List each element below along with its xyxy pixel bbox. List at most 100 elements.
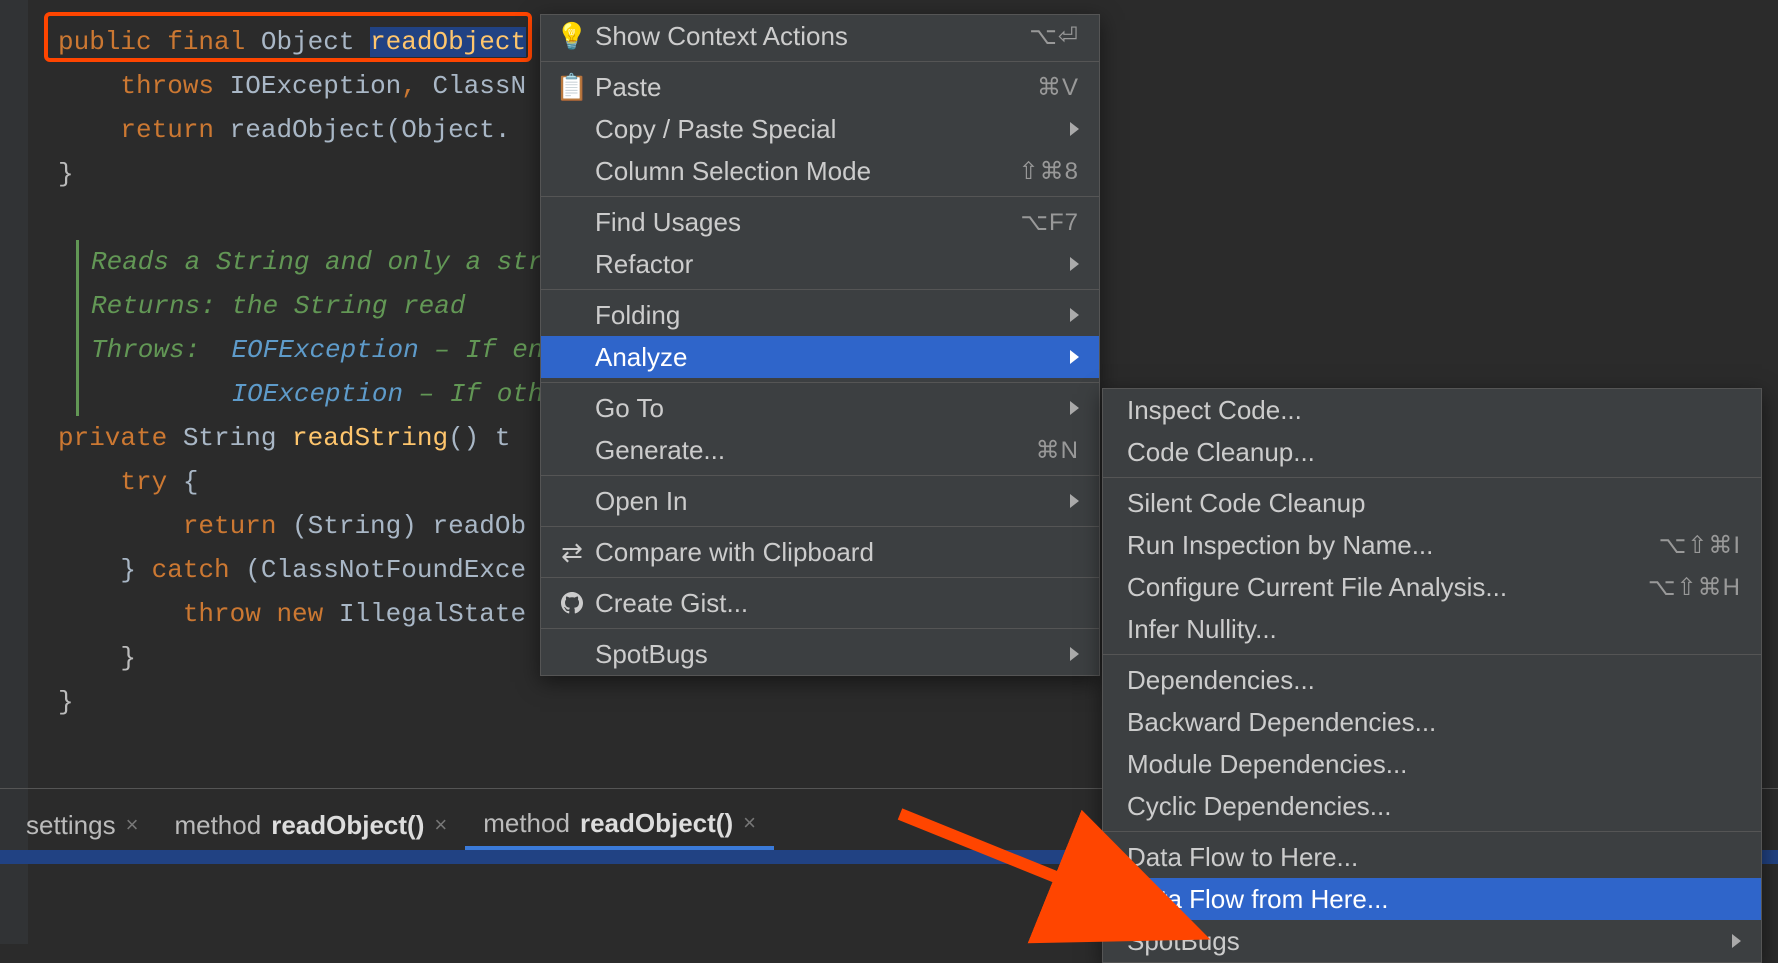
- submenu-code-cleanup[interactable]: Code Cleanup...: [1103, 431, 1761, 473]
- kw-throws: throws: [120, 71, 229, 101]
- kw-final: final: [167, 27, 261, 57]
- submenu-spotbugs[interactable]: SpotBugs: [1103, 920, 1761, 962]
- doc-desc: Reads a String and only a string.: [91, 247, 606, 277]
- type-object: Object: [261, 27, 370, 57]
- menu-separator: [541, 577, 1099, 578]
- menu-label: Backward Dependencies...: [1127, 707, 1436, 738]
- menu-label: Generate...: [595, 435, 725, 466]
- menu-label: SpotBugs: [595, 639, 708, 670]
- call-readOb: readOb: [432, 511, 526, 541]
- close-icon[interactable]: ×: [743, 810, 756, 836]
- kw-return: return: [120, 115, 229, 145]
- menu-label: Data Flow from Here...: [1127, 884, 1389, 915]
- submenu-dataflow-to[interactable]: Data Flow to Here...: [1103, 836, 1761, 878]
- method-readString[interactable]: readString: [292, 423, 448, 453]
- shortcut: ⌘N: [1036, 436, 1079, 465]
- menu-create-gist[interactable]: Create Gist...: [541, 582, 1099, 624]
- menu-column-selection[interactable]: Column Selection Mode ⇧⌘8: [541, 150, 1099, 192]
- doc-throws-io: IOException: [231, 379, 403, 409]
- submenu-backward-deps[interactable]: Backward Dependencies...: [1103, 701, 1761, 743]
- menu-compare-clipboard[interactable]: ⇄ Compare with Clipboard: [541, 531, 1099, 573]
- tab-method-2-active[interactable]: method readObject() ×: [465, 800, 774, 850]
- menu-show-context-actions[interactable]: 💡Show Context Actions ⌥⏎: [541, 15, 1099, 57]
- menu-label: Open In: [595, 486, 688, 517]
- shortcut: ⇧⌘8: [1019, 157, 1079, 186]
- menu-label: Run Inspection by Name...: [1127, 530, 1433, 561]
- menu-label: Data Flow to Here...: [1127, 842, 1358, 873]
- menu-label: Module Dependencies...: [1127, 749, 1407, 780]
- kw-catch: catch: [152, 555, 246, 585]
- tab-settings[interactable]: settings ×: [8, 800, 156, 850]
- menu-goto[interactable]: Go To: [541, 387, 1099, 429]
- chevron-right-icon: [1070, 122, 1079, 136]
- ex-io: IOException: [230, 71, 402, 101]
- submenu-silent-cleanup[interactable]: Silent Code Cleanup: [1103, 482, 1761, 524]
- menu-label: Refactor: [595, 249, 693, 280]
- menu-paste[interactable]: 📋Paste ⌘V: [541, 66, 1099, 108]
- menu-label: Go To: [595, 393, 664, 424]
- chevron-right-icon: [1070, 308, 1079, 322]
- menu-label: Create Gist...: [595, 588, 748, 619]
- menu-generate[interactable]: Generate... ⌘N: [541, 429, 1099, 471]
- method-readObject[interactable]: readObject: [370, 27, 526, 57]
- menu-label: Compare with Clipboard: [595, 537, 874, 568]
- submenu-dependencies[interactable]: Dependencies...: [1103, 659, 1761, 701]
- cast-string: (String): [292, 511, 432, 541]
- close-icon[interactable]: ×: [126, 812, 139, 838]
- chevron-right-icon: [1070, 494, 1079, 508]
- menu-label: Column Selection Mode: [595, 156, 871, 187]
- menu-separator: [1103, 831, 1761, 832]
- doc-returns-label: Returns:: [91, 291, 231, 321]
- kw-return2: return: [183, 511, 292, 541]
- comma: ,: [401, 71, 432, 101]
- doc-returns-text: the String read: [231, 291, 465, 321]
- brace-open: {: [183, 467, 199, 497]
- menu-find-usages[interactable]: Find Usages ⌥F7: [541, 201, 1099, 243]
- tab-label: settings: [26, 810, 116, 841]
- kw-public: public: [58, 27, 167, 57]
- menu-refactor[interactable]: Refactor: [541, 243, 1099, 285]
- tab-label-prefix: method: [174, 810, 261, 841]
- menu-separator: [541, 61, 1099, 62]
- menu-label: Paste: [595, 72, 662, 103]
- menu-label: Copy / Paste Special: [595, 114, 836, 145]
- menu-copy-paste-special[interactable]: Copy / Paste Special: [541, 108, 1099, 150]
- menu-separator: [541, 526, 1099, 527]
- menu-analyze[interactable]: Analyze: [541, 336, 1099, 378]
- menu-label: Infer Nullity...: [1127, 614, 1277, 645]
- submenu-configure-analysis[interactable]: Configure Current File Analysis... ⌥⇧⌘H: [1103, 566, 1761, 608]
- doc-throws-eof: EOFException: [231, 335, 418, 365]
- shortcut: ⌘V: [1037, 73, 1079, 102]
- menu-separator: [541, 196, 1099, 197]
- tab-method-1[interactable]: method readObject() ×: [156, 800, 465, 850]
- submenu-run-inspection[interactable]: Run Inspection by Name... ⌥⇧⌘I: [1103, 524, 1761, 566]
- diff-icon: ⇄: [559, 537, 585, 568]
- menu-spotbugs[interactable]: SpotBugs: [541, 633, 1099, 675]
- menu-open-in[interactable]: Open In: [541, 480, 1099, 522]
- menu-label: Inspect Code...: [1127, 395, 1302, 426]
- shortcut: ⌥⇧⌘I: [1659, 531, 1741, 560]
- kw-private: private: [58, 423, 183, 453]
- shortcut: ⌥⇧⌘H: [1648, 573, 1741, 602]
- menu-label: Silent Code Cleanup: [1127, 488, 1366, 519]
- call-readObject: readObject: [230, 115, 386, 145]
- shortcut: ⌥F7: [1020, 208, 1079, 237]
- chevron-right-icon: [1070, 257, 1079, 271]
- chevron-right-icon: [1070, 350, 1079, 364]
- menu-label: Analyze: [595, 342, 688, 373]
- close-icon[interactable]: ×: [434, 812, 447, 838]
- menu-label: Configure Current File Analysis...: [1127, 572, 1507, 603]
- submenu-dataflow-from[interactable]: Data Flow from Here...: [1103, 878, 1761, 920]
- menu-label: Cyclic Dependencies...: [1127, 791, 1391, 822]
- menu-separator: [1103, 654, 1761, 655]
- submenu-module-deps[interactable]: Module Dependencies...: [1103, 743, 1761, 785]
- kw-new: new: [276, 599, 338, 629]
- menu-separator: [541, 382, 1099, 383]
- menu-separator: [541, 628, 1099, 629]
- submenu-inspect-code[interactable]: Inspect Code...: [1103, 389, 1761, 431]
- chevron-right-icon: [1732, 934, 1741, 948]
- menu-folding[interactable]: Folding: [541, 294, 1099, 336]
- submenu-infer-nullity[interactable]: Infer Nullity...: [1103, 608, 1761, 650]
- submenu-cyclic-deps[interactable]: Cyclic Dependencies...: [1103, 785, 1761, 827]
- paren: (Object.: [386, 115, 511, 145]
